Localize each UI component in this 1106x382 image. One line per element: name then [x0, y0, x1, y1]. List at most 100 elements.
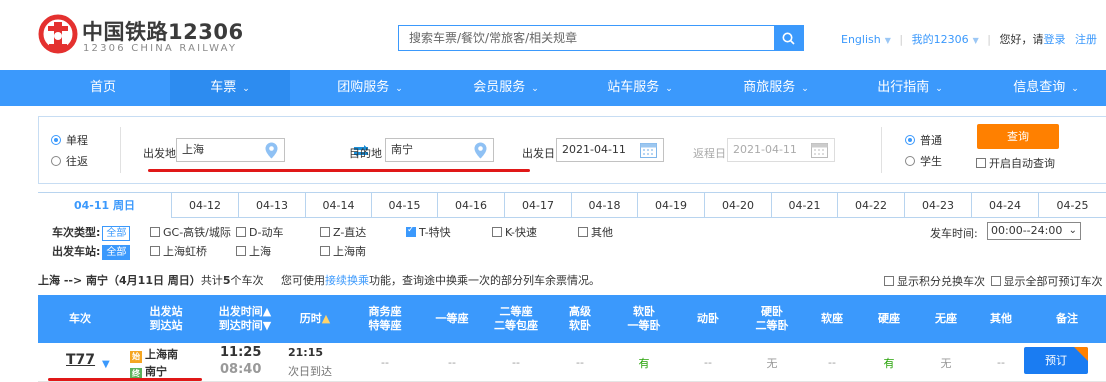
date-tab[interactable]: 04-12 [171, 193, 238, 218]
show-points-checkbox[interactable]: 显示积分兑换车次 [884, 275, 985, 288]
date-tab[interactable]: 04-22 [837, 193, 904, 218]
passenger-student-radio[interactable]: 学生 [905, 153, 942, 169]
depart-time-select[interactable]: 00:00--24:00 ⌄ [987, 222, 1081, 240]
nav-label: 信息查询 [1013, 80, 1066, 95]
nav-guide[interactable]: 出行指南 ⌄ [850, 70, 970, 106]
book-button[interactable]: 预订 [1024, 347, 1088, 374]
col-times[interactable]: 出发时间▲ 到达时间▼ [210, 295, 280, 343]
date-tab[interactable]: 04-18 [571, 193, 637, 218]
trip-round-label: 往返 [66, 155, 88, 168]
train-type-label: 车次类型: [52, 226, 101, 239]
passenger-normal-radio[interactable]: 普通 [905, 132, 942, 148]
type-t-checkbox[interactable]: T-特快 [406, 224, 451, 240]
arrive-day: 次日到达 [288, 365, 332, 378]
chevron-down-icon: ▼ [884, 36, 891, 45]
checkbox-icon [976, 158, 986, 168]
table-row: T77 ▼ 始上海南 终南宁 11:25 08:40 21:15 次日到达 --… [38, 343, 1106, 382]
nav-member[interactable]: 会员服务 ⌄ [446, 70, 566, 106]
station-all-button[interactable]: 全部 [102, 245, 131, 260]
col-label: 车次 [69, 312, 91, 325]
nav-tickets[interactable]: 车票 ⌄ [170, 70, 290, 106]
from-station-value: 上海 [182, 143, 204, 156]
col-moving-sleeper: 动卧 [676, 295, 740, 343]
date-tab[interactable]: 04-17 [504, 193, 571, 218]
type-gc-checkbox[interactable]: GC-高铁/城际 [150, 224, 231, 240]
login-link[interactable]: 登录 [1043, 31, 1065, 47]
date-tab-active[interactable]: 04-11 周日 [38, 193, 171, 218]
nav-station[interactable]: 站车服务 ⌄ [580, 70, 700, 106]
date-tab[interactable]: 04-15 [371, 193, 437, 218]
nav-label: 车票 [210, 80, 237, 95]
date-tab[interactable]: 04-20 [704, 193, 771, 218]
train-number-link[interactable]: T77 [66, 352, 95, 368]
col-label: 一等座 [435, 312, 469, 325]
date-tab[interactable]: 04-24 [971, 193, 1038, 218]
site-search-button[interactable] [774, 26, 803, 50]
chevron-down-icon: ▼ [972, 36, 979, 45]
depart-time-label: 发车时间: [930, 227, 978, 240]
nav-info[interactable]: 信息查询 ⌄ [986, 70, 1106, 106]
count-suffix: 个车次 [230, 274, 264, 287]
date-tab[interactable]: 04-21 [771, 193, 837, 218]
checkbox-icon [236, 246, 246, 256]
date-tab[interactable]: 04-25 [1038, 193, 1106, 218]
trip-oneway-radio[interactable]: 单程 [51, 132, 88, 148]
train-type-all-button[interactable]: 全部 [102, 226, 131, 241]
chevron-down-icon: ⌄ [242, 84, 250, 94]
nav-business[interactable]: 商旅服务 ⌄ [716, 70, 836, 106]
type-z-checkbox[interactable]: Z-直达 [320, 224, 366, 240]
date-tab[interactable]: 04-13 [238, 193, 305, 218]
auto-query-checkbox[interactable]: 开启自动查询 [976, 155, 1055, 171]
my12306-link[interactable]: 我的12306 [912, 31, 969, 47]
from-station-field[interactable]: 上海 [176, 138, 285, 162]
expand-stops-icon[interactable]: ▼ [102, 359, 110, 370]
transfer-note-suffix: 功能，查询途中换乘一次的部分列车余票情况。 [368, 274, 600, 287]
col-train: 车次 [38, 295, 122, 343]
station-shanghai-hongqiao-checkbox[interactable]: 上海虹桥 [150, 243, 207, 259]
chevron-down-icon: ⌄ [1071, 84, 1079, 94]
nav-home[interactable]: 首页 [55, 70, 151, 106]
col-second: 二等座 二等包座 [484, 295, 548, 343]
col-label: 到达站 [149, 319, 183, 332]
date-tab[interactable]: 04-19 [637, 193, 704, 218]
col-label: 出发站 [149, 305, 183, 318]
station-shanghai-checkbox[interactable]: 上海 [236, 243, 271, 259]
english-link[interactable]: English [841, 33, 881, 46]
query-button[interactable]: 查询 [977, 124, 1059, 149]
type-k-checkbox[interactable]: K-快速 [492, 224, 537, 240]
nav-label: 站车服务 [607, 80, 660, 95]
seat-other: -- [997, 356, 1005, 369]
to-station-field[interactable]: 南宁 [385, 138, 494, 162]
col-no-seat: 无座 [918, 295, 974, 343]
logo-subtitle: 12306 CHINA RAILWAY [83, 43, 238, 54]
return-date-field[interactable]: 2021-04-11 [727, 138, 835, 162]
depart-date-field[interactable]: 2021-04-11 [556, 138, 664, 162]
logo-title[interactable]: 中国铁路12306 [82, 16, 244, 46]
date-tab[interactable]: 04-14 [305, 193, 371, 218]
station-shanghai-south-checkbox[interactable]: 上海南 [320, 243, 366, 259]
transfer-link[interactable]: 接续换乘 [325, 274, 369, 287]
type-label: D-动车 [249, 226, 284, 239]
route-text: 上海 --> 南宁（4月11日 周日） [38, 274, 201, 287]
col-first: 一等座 [420, 295, 484, 343]
return-date-value: 2021-04-11 [733, 143, 797, 156]
type-d-checkbox[interactable]: D-动车 [236, 224, 283, 240]
register-link[interactable]: 注册 [1075, 31, 1097, 47]
nav-label: 首页 [89, 80, 116, 95]
site-search-input[interactable] [399, 26, 775, 50]
col-label: 历时▲ [300, 312, 330, 326]
depart-time: 11:25 [220, 345, 262, 360]
calendar-icon [640, 143, 657, 158]
type-other-checkbox[interactable]: 其他 [578, 224, 613, 240]
show-all-checkbox[interactable]: 显示全部可预订车次 [990, 275, 1103, 288]
col-label: 软卧 [569, 319, 591, 332]
china-railway-logo-icon[interactable] [38, 14, 78, 54]
trip-round-radio[interactable]: 往返 [51, 153, 88, 169]
date-tab[interactable]: 04-16 [437, 193, 504, 218]
col-label: 无座 [935, 312, 957, 325]
date-tab[interactable]: 04-23 [904, 193, 971, 218]
col-duration[interactable]: 历时▲ [280, 295, 350, 343]
nav-group[interactable]: 团购服务 ⌄ [310, 70, 430, 106]
type-label: K-快速 [505, 226, 538, 239]
seat-hard-sleeper: 无 [766, 356, 778, 370]
